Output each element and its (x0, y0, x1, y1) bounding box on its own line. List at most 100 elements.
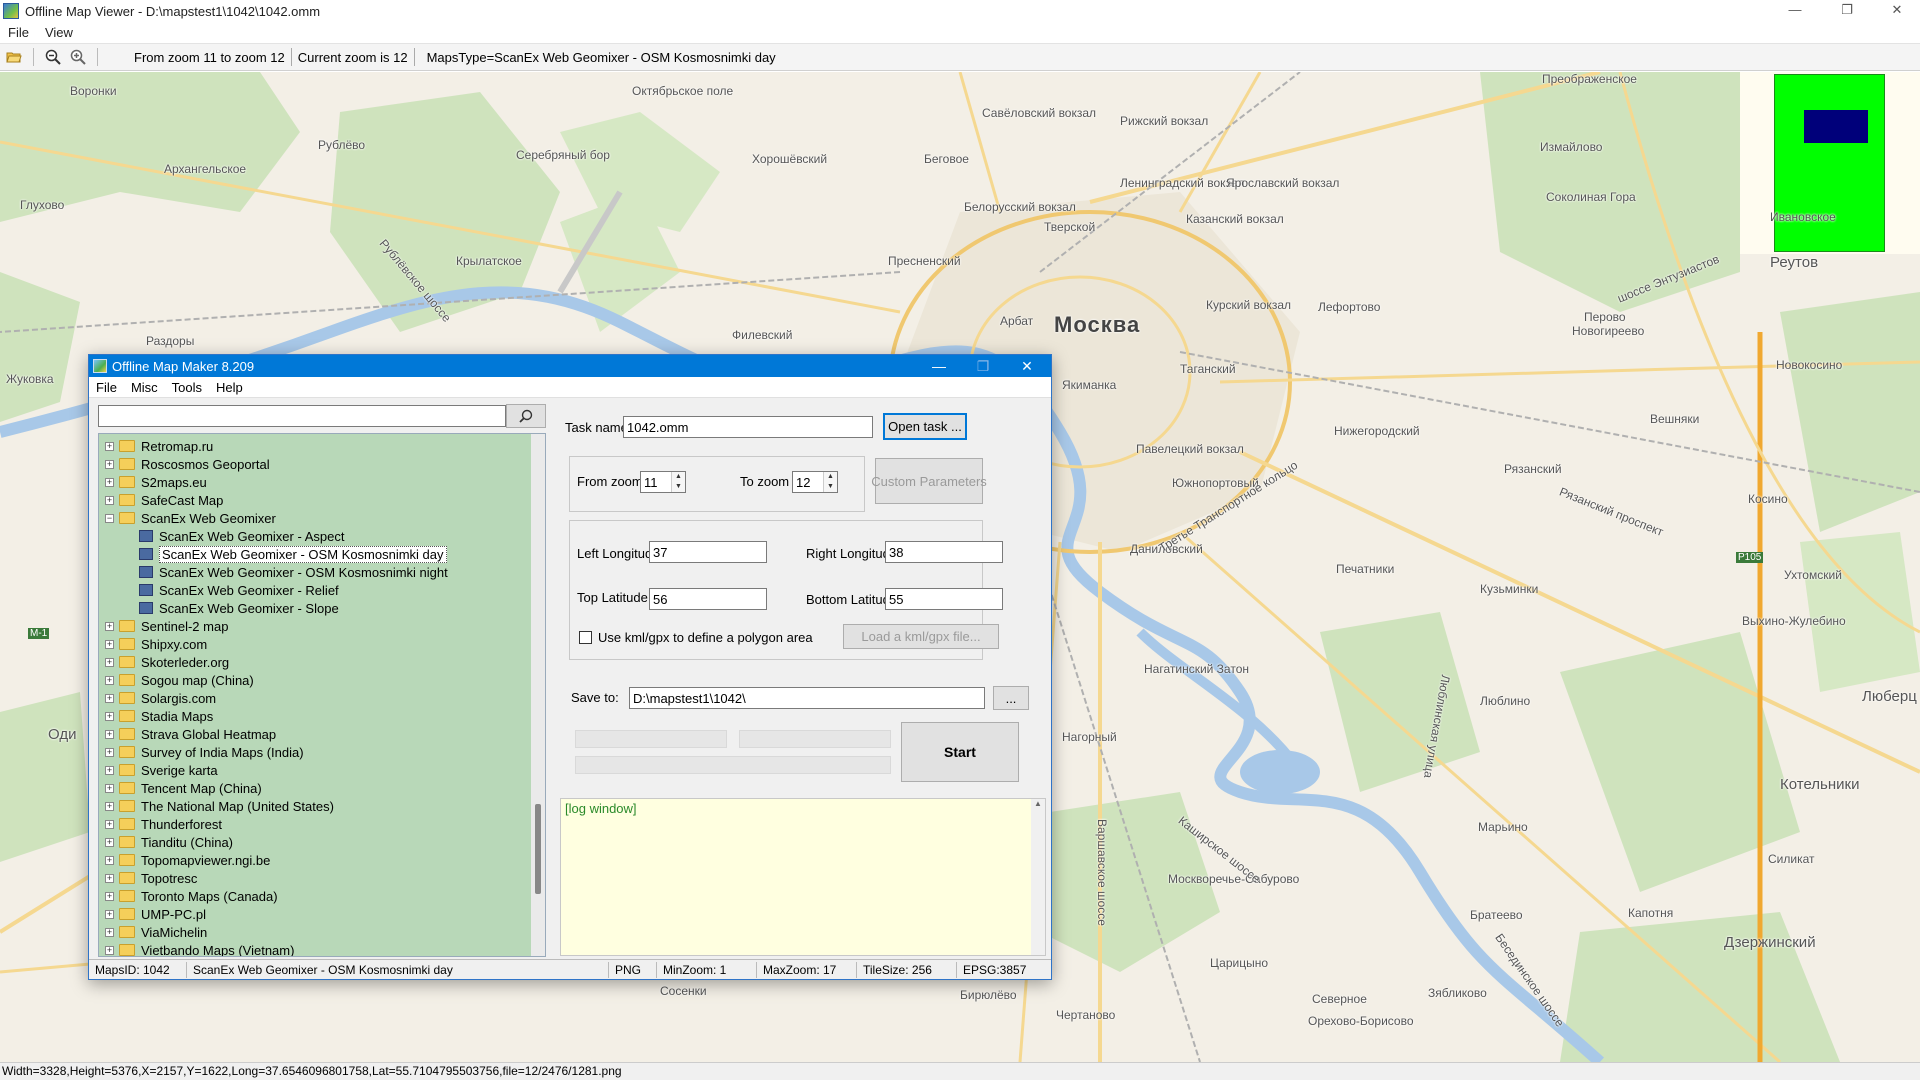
tree-folder-row[interactable]: + Solargis.com (105, 689, 216, 707)
main-title-bar: Offline Map Viewer - D:\mapstest1\1042\1… (0, 0, 1920, 22)
map-search-input[interactable] (98, 405, 506, 427)
tree-item-label: Vietbando Maps (Vietnam) (141, 942, 295, 957)
tree-map-row[interactable]: ScanEx Web Geomixer - OSM Kosmosnimki ni… (139, 563, 448, 581)
tree-folder-row[interactable]: + Sogou map (China) (105, 671, 254, 689)
expand-icon[interactable]: + (105, 675, 114, 685)
kml-polygon-checkbox[interactable] (579, 631, 592, 644)
tree-folder-row[interactable]: + Survey of India Maps (India) (105, 743, 304, 761)
expand-icon[interactable]: + (105, 801, 114, 811)
tree-folder-row[interactable]: + Toronto Maps (Canada) (105, 887, 278, 905)
left-longitude-field[interactable]: 37 (649, 541, 767, 563)
expand-icon[interactable]: + (105, 729, 114, 739)
tree-folder-row[interactable]: + Stadia Maps (105, 707, 213, 725)
collapse-icon[interactable]: − (105, 513, 114, 523)
expand-icon[interactable]: + (105, 441, 114, 451)
open-task-button[interactable]: Open task ... (883, 413, 967, 440)
expand-icon[interactable]: + (105, 783, 114, 793)
expand-icon[interactable]: + (105, 945, 114, 955)
expand-icon[interactable]: + (105, 477, 114, 487)
dialog-menu-tools[interactable]: Tools (165, 380, 209, 395)
map-search-button[interactable] (506, 404, 546, 428)
tree-item-label: ScanEx Web Geomixer - Slope (159, 600, 339, 616)
to-zoom-spinner[interactable]: 12 ▲ ▼ (792, 471, 838, 493)
expand-icon[interactable]: + (105, 657, 114, 667)
spinner-arrows-icon[interactable]: ▲ ▼ (671, 472, 685, 492)
custom-parameters-button[interactable]: Custom Parameters (871, 458, 987, 504)
open-folder-button[interactable] (3, 46, 25, 68)
folder-icon (119, 710, 135, 722)
dialog-menu-file[interactable]: File (89, 380, 124, 395)
tree-folder-row[interactable]: − ScanEx Web Geomixer (105, 509, 276, 527)
tree-folder-row[interactable]: + The National Map (United States) (105, 797, 334, 815)
expand-icon[interactable]: + (105, 855, 114, 865)
dialog-maximize-button[interactable]: ❐ (961, 355, 1005, 377)
right-longitude-field[interactable]: 38 (885, 541, 1003, 563)
dialog-title-bar[interactable]: Offline Map Maker 8.209 — ❐ ✕ (89, 355, 1051, 377)
map-label-district: Выхино-Жулебино (1742, 614, 1846, 628)
tree-folder-row[interactable]: + S2maps.eu (105, 473, 207, 491)
top-latitude-field[interactable]: 56 (649, 588, 767, 610)
tree-folder-row[interactable]: + Skoterleder.org (105, 653, 229, 671)
expand-icon[interactable]: + (105, 495, 114, 505)
dialog-menu-misc[interactable]: Misc (124, 380, 165, 395)
tree-folder-row[interactable]: + Vietbando Maps (Vietnam) (105, 941, 295, 957)
maximize-button[interactable]: ❐ (1824, 0, 1870, 22)
start-button[interactable]: Start (901, 722, 1019, 782)
tree-folder-row[interactable]: + Roscosmos Geoportal (105, 455, 270, 473)
expand-icon[interactable]: + (105, 459, 114, 469)
expand-icon[interactable]: + (105, 765, 114, 775)
map-source-tree[interactable]: + Retromap.ru + Roscosmos Geoportal + S2maps.… (98, 433, 546, 957)
tree-folder-row[interactable]: + UMP-PC.pl (105, 905, 206, 923)
expand-icon[interactable]: + (105, 639, 114, 649)
expand-icon[interactable]: + (105, 837, 114, 847)
from-zoom-spinner[interactable]: 11 ▲ ▼ (640, 471, 686, 493)
tree-folder-row[interactable]: + Tencent Map (China) (105, 779, 262, 797)
dialog-menu-help[interactable]: Help (209, 380, 250, 395)
tree-scrollbar[interactable] (531, 434, 545, 956)
zoom-in-button[interactable] (67, 46, 89, 68)
task-name-field[interactable]: 1042.omm (623, 416, 873, 438)
dialog-close-button[interactable]: ✕ (1005, 355, 1049, 377)
expand-icon[interactable]: + (105, 891, 114, 901)
tree-folder-row[interactable]: + Topomapviewer.ngi.be (105, 851, 270, 869)
expand-icon[interactable]: + (105, 819, 114, 829)
expand-icon[interactable]: + (105, 927, 114, 937)
tree-map-row[interactable]: ScanEx Web Geomixer - OSM Kosmosnimki da… (139, 545, 447, 563)
expand-icon[interactable]: + (105, 747, 114, 757)
expand-icon[interactable]: + (105, 621, 114, 631)
expand-icon[interactable]: + (105, 711, 114, 721)
tree-folder-row[interactable]: + Sverige karta (105, 761, 218, 779)
overview-viewport[interactable] (1804, 110, 1868, 143)
log-scrollbar[interactable]: ▲ (1031, 799, 1045, 955)
menu-file[interactable]: File (0, 25, 37, 40)
tree-folder-row[interactable]: + SafeCast Map (105, 491, 223, 509)
expand-icon[interactable]: + (105, 693, 114, 703)
overview-minimap[interactable] (1740, 72, 1920, 254)
tree-folder-row[interactable]: + Strava Global Heatmap (105, 725, 276, 743)
save-to-field[interactable]: D:\mapstest1\1042\ (629, 687, 985, 709)
tree-map-row[interactable]: ScanEx Web Geomixer - Relief (139, 581, 339, 599)
tree-folder-row[interactable]: + Shipxy.com (105, 635, 207, 653)
expand-icon[interactable]: + (105, 873, 114, 883)
tree-folder-row[interactable]: + Topotresc (105, 869, 197, 887)
load-kml-button[interactable]: Load a kml/gpx file... (843, 624, 999, 649)
log-window[interactable]: [log window] ▲ (560, 798, 1046, 956)
tree-folder-row[interactable]: + ViaMichelin (105, 923, 207, 941)
close-button[interactable]: ✕ (1874, 0, 1920, 22)
menu-view[interactable]: View (37, 25, 81, 40)
zoom-out-button[interactable] (42, 46, 64, 68)
tree-folder-row[interactable]: + Retromap.ru (105, 437, 213, 455)
tree-map-row[interactable]: ScanEx Web Geomixer - Aspect (139, 527, 344, 545)
browse-button[interactable]: ... (993, 686, 1029, 710)
from-zoom-value: 11 (644, 475, 658, 490)
tree-folder-row[interactable]: + Sentinel-2 map (105, 617, 228, 635)
minimize-button[interactable]: — (1772, 0, 1818, 22)
tree-scrollbar-thumb[interactable] (535, 804, 541, 894)
tree-folder-row[interactable]: + Thunderforest (105, 815, 222, 833)
dialog-minimize-button[interactable]: — (917, 355, 961, 377)
expand-icon[interactable]: + (105, 909, 114, 919)
tree-map-row[interactable]: ScanEx Web Geomixer - Slope (139, 599, 339, 617)
bottom-latitude-field[interactable]: 55 (885, 588, 1003, 610)
spinner-arrows-icon[interactable]: ▲ ▼ (823, 472, 837, 492)
tree-folder-row[interactable]: + Tianditu (China) (105, 833, 233, 851)
